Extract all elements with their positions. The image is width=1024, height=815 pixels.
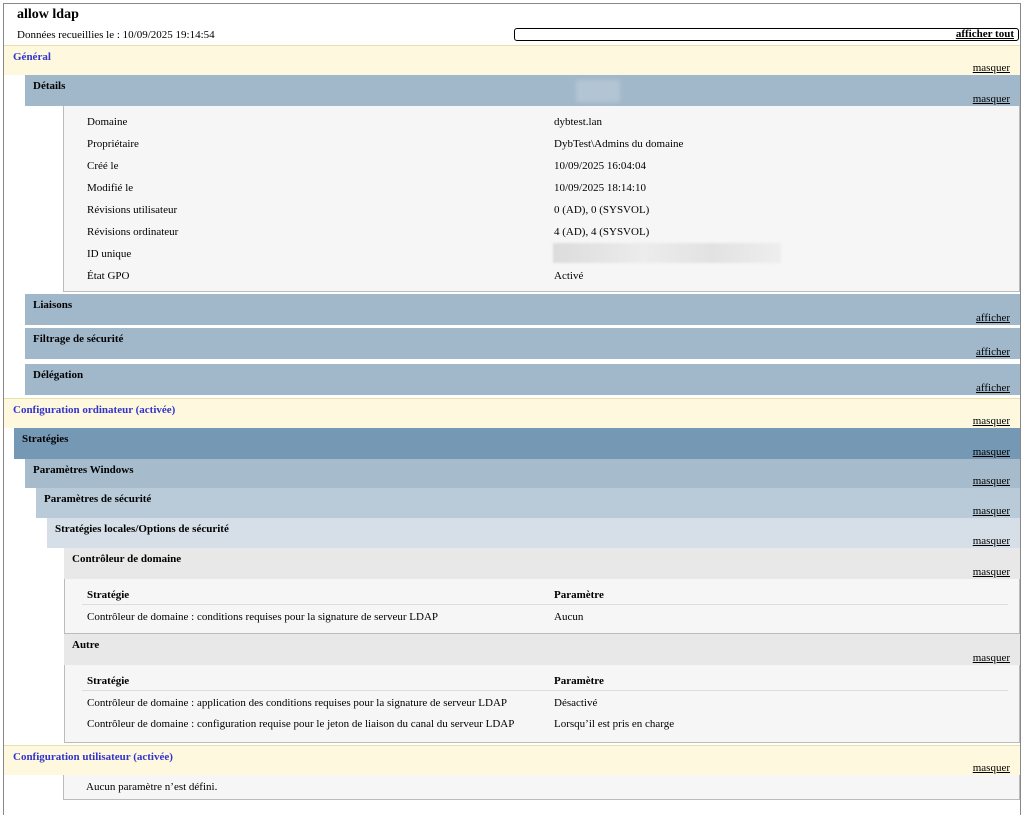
section-security-filtering-header: Filtrage de sécurité afficher — [25, 328, 1020, 359]
other-col-policy: Stratégie — [87, 675, 130, 687]
show-all-button[interactable]: afficher tout — [514, 28, 1019, 41]
section-details-toggle[interactable]: masquer — [973, 93, 1010, 105]
dc-row-policy: Contrôleur de domaine : conditions requi… — [87, 611, 439, 623]
details-row-key: Modifié le — [87, 182, 134, 194]
collected-timestamp: Données recueillies le : 10/09/2025 19:1… — [17, 29, 215, 41]
section-windows-settings-toggle[interactable]: masquer — [973, 475, 1010, 487]
section-details-header: Détails masquer — [25, 75, 1020, 106]
user-config-empty-message: Aucun paramètre n’est défini. — [86, 781, 218, 793]
section-general-header: Général masquer — [4, 45, 1020, 75]
page-title: allow ldap — [17, 7, 79, 22]
section-delegation-toggle[interactable]: afficher — [976, 382, 1010, 394]
details-row-key: Propriétaire — [87, 138, 139, 150]
other-row-setting: Désactivé — [554, 697, 598, 709]
section-delegation-header: Délégation afficher — [25, 364, 1020, 395]
other-col-setting: Paramètre — [554, 675, 604, 687]
section-windows-settings-header: Paramètres Windows masquer — [25, 459, 1020, 488]
section-security-settings-label: Paramètres de sécurité — [44, 493, 152, 505]
section-general-label: Général — [13, 51, 51, 63]
section-other-label: Autre — [72, 639, 100, 651]
details-row-key: Domaine — [87, 116, 128, 128]
section-computer-config-label: Configuration ordinateur (activée) — [13, 404, 176, 416]
other-row-policy: Contrôleur de domaine : application des … — [87, 697, 508, 709]
details-row-value: DybTest\Admins du domaine — [554, 138, 684, 150]
section-security-filtering-label: Filtrage de sécurité — [33, 333, 124, 345]
details-row-key: État GPO — [87, 270, 130, 282]
section-windows-settings-label: Paramètres Windows — [33, 464, 134, 476]
section-local-policies-label: Stratégies locales/Options de sécurité — [55, 523, 229, 535]
details-row-value: 4 (AD), 4 (SYSVOL) — [554, 226, 650, 238]
details-row-value: dybtest.lan — [554, 116, 602, 128]
other-row-setting: Lorsqu’il est pris en charge — [554, 718, 675, 730]
section-delegation-label: Délégation — [33, 369, 84, 381]
section-user-config-toggle[interactable]: masquer — [973, 762, 1010, 774]
dc-col-setting: Paramètre — [554, 589, 604, 601]
details-row-key: Révisions utilisateur — [87, 204, 178, 216]
redacted-area — [576, 80, 620, 102]
section-policies-header: Stratégies masquer — [14, 428, 1020, 459]
section-domain-controller-label: Contrôleur de domaine — [72, 553, 182, 565]
details-row-key: Révisions ordinateur — [87, 226, 179, 238]
section-local-policies-toggle[interactable]: masquer — [973, 535, 1010, 547]
dc-col-policy: Stratégie — [87, 589, 130, 601]
dc-header-divider — [82, 604, 1008, 605]
section-details-label: Détails — [33, 80, 66, 92]
section-security-settings-header: Paramètres de sécurité masquer — [36, 488, 1020, 518]
details-panel — [63, 106, 1020, 292]
section-security-filtering-toggle[interactable]: afficher — [976, 346, 1010, 358]
section-domain-controller-toggle[interactable]: masquer — [973, 566, 1010, 578]
domain-controller-panel — [64, 579, 1020, 634]
dc-row-setting: Aucun — [554, 611, 584, 623]
details-row-value: Activé — [554, 270, 584, 282]
other-row-policy: Contrôleur de domaine : configuration re… — [87, 718, 515, 730]
other-header-divider — [82, 690, 1008, 691]
section-local-policies-header: Stratégies locales/Options de sécurité m… — [47, 518, 1020, 548]
section-general-toggle[interactable]: masquer — [973, 62, 1010, 74]
section-computer-config-header: Configuration ordinateur (activée) masqu… — [4, 398, 1020, 428]
section-other-toggle[interactable]: masquer — [973, 652, 1010, 664]
details-row-key: ID unique — [87, 248, 132, 260]
section-policies-label: Stratégies — [22, 433, 69, 445]
section-other-header: Autre masquer — [64, 634, 1020, 665]
section-links-toggle[interactable]: afficher — [976, 312, 1010, 324]
section-security-settings-toggle[interactable]: masquer — [973, 505, 1010, 517]
section-policies-toggle[interactable]: masquer — [973, 446, 1010, 458]
section-domain-controller-header: Contrôleur de domaine masquer — [64, 548, 1020, 579]
section-links-label: Liaisons — [33, 299, 73, 311]
details-row-value: 10/09/2025 16:04:04 — [554, 160, 646, 172]
section-user-config-label: Configuration utilisateur (activée) — [13, 751, 173, 763]
redacted-unique-id — [553, 243, 781, 263]
section-links-header: Liaisons afficher — [25, 294, 1020, 325]
section-computer-config-toggle[interactable]: masquer — [973, 415, 1010, 427]
details-row-key: Créé le — [87, 160, 119, 172]
details-row-value: 0 (AD), 0 (SYSVOL) — [554, 204, 650, 216]
details-row-value: 10/09/2025 18:14:10 — [554, 182, 646, 194]
section-user-config-header: Configuration utilisateur (activée) masq… — [4, 745, 1020, 775]
